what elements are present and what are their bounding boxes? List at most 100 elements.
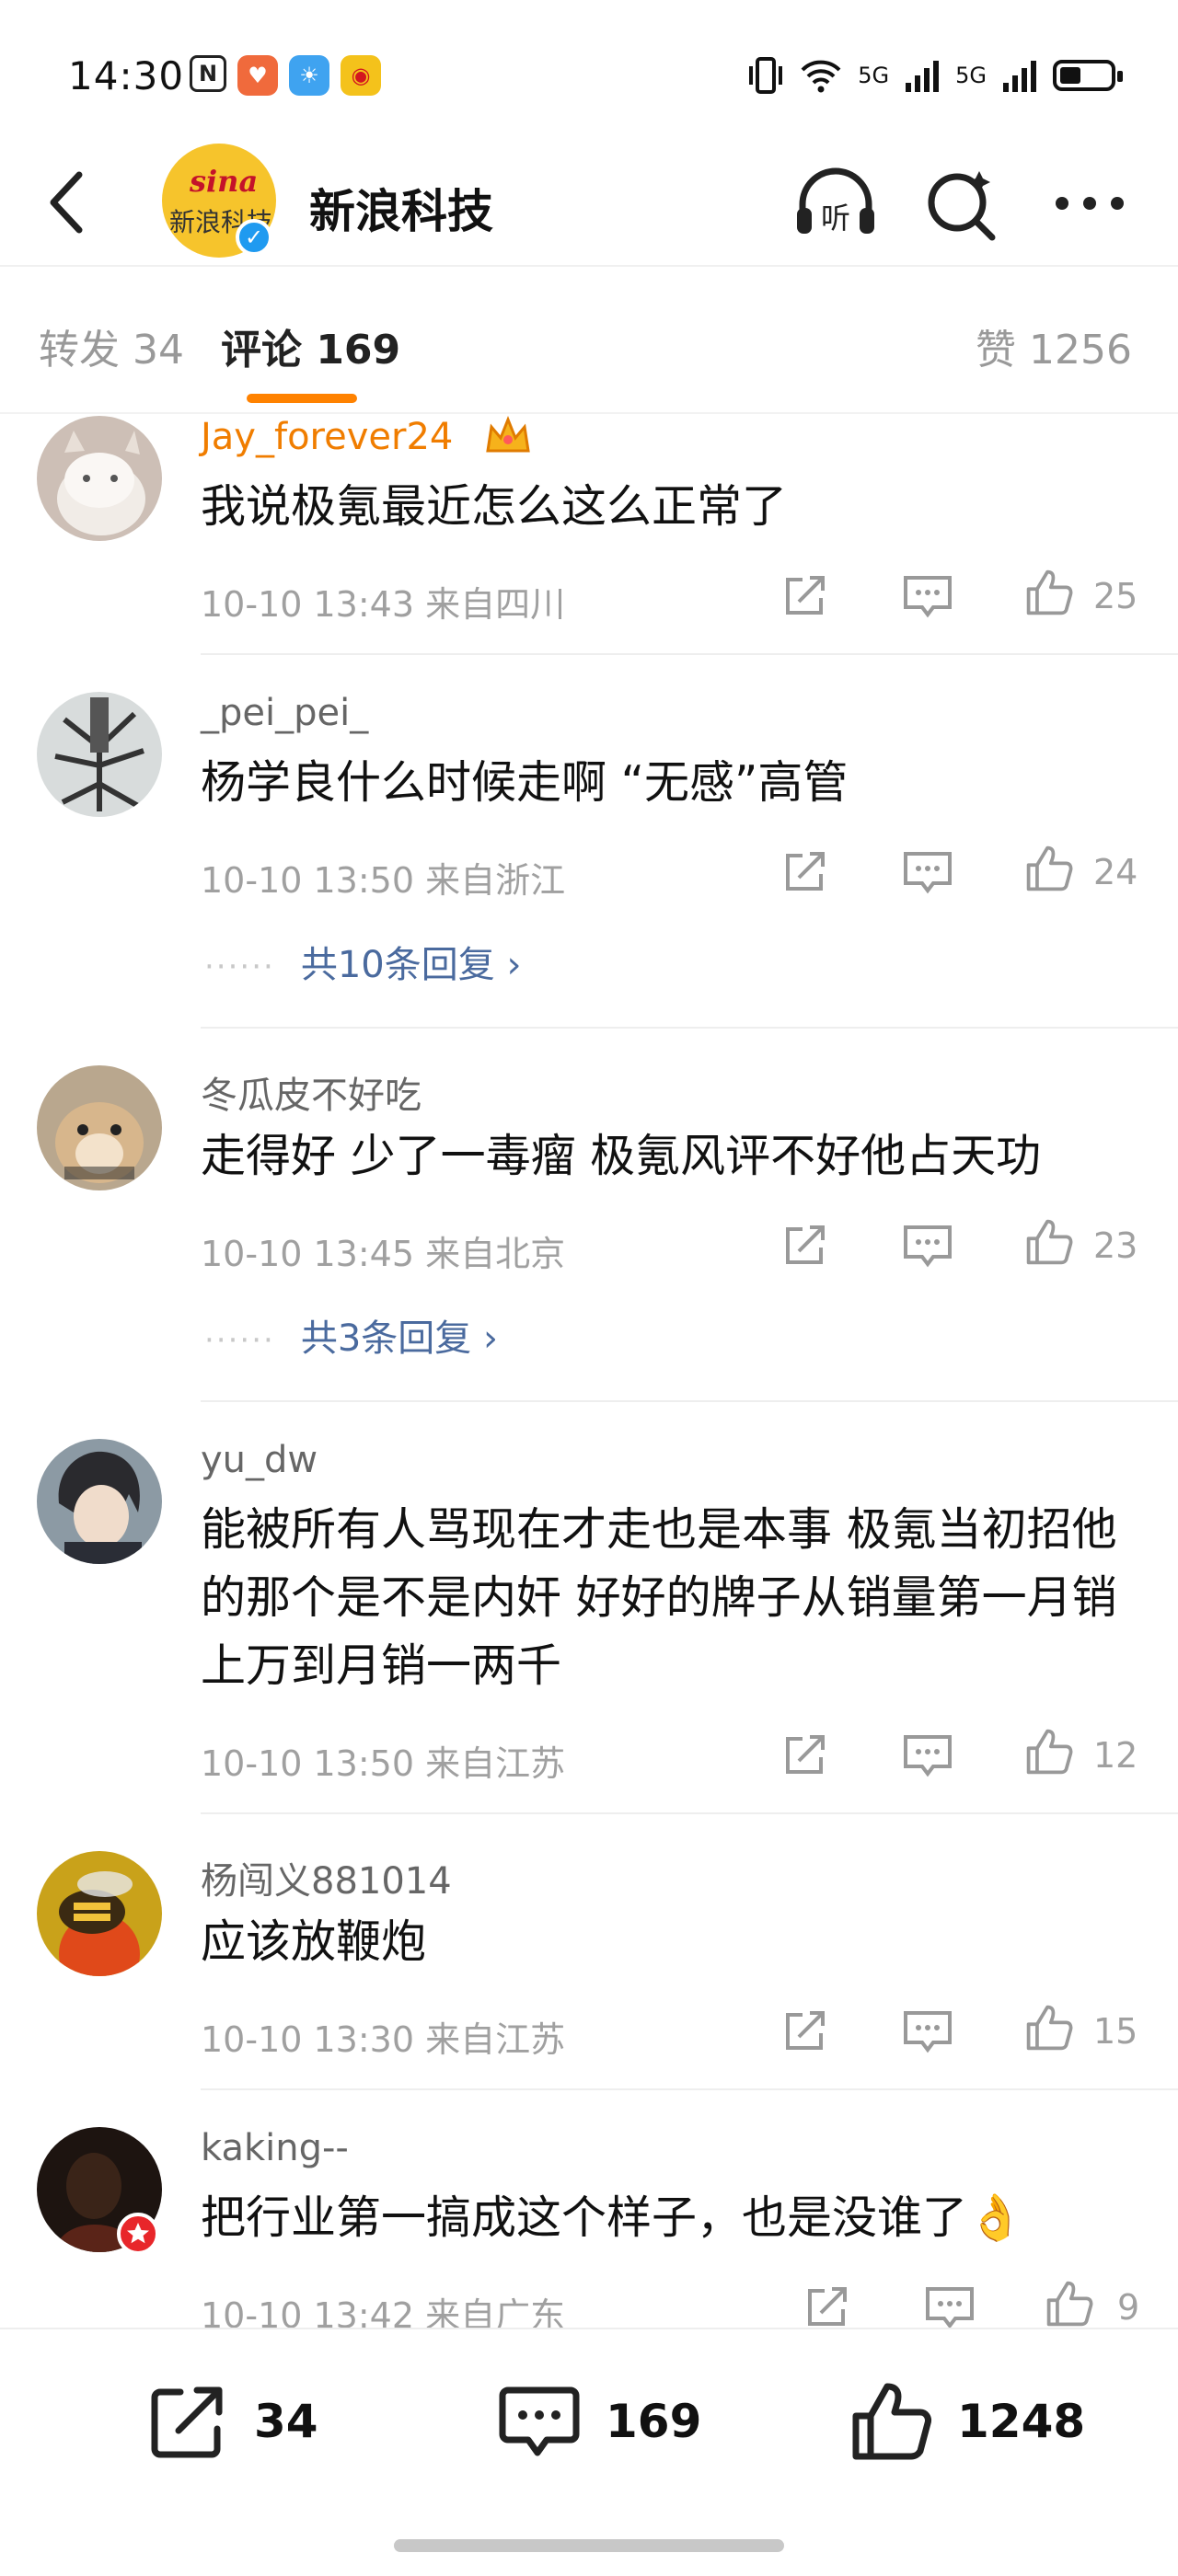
notification-icons: N ♥ ☀ ◉ (190, 55, 381, 96)
share-icon[interactable] (779, 1220, 834, 1271)
like-icon[interactable] (1022, 843, 1077, 894)
listen-label: 听 (821, 201, 850, 236)
comment-text: 把行业第一搞成这个样子，也是没谁了👌 (201, 2191, 1024, 2244)
divider (201, 1400, 1178, 1402)
active-tab-indicator (247, 394, 357, 403)
comment-meta: 10-10 13:30 来自江苏 (201, 2019, 566, 2060)
avatar[interactable] (37, 416, 162, 541)
avatar-logo-text: sina (190, 164, 259, 199)
verified-badge-icon: ✓ (236, 219, 272, 256)
vibrate-icon (749, 57, 783, 94)
like-icon[interactable] (1022, 567, 1077, 618)
tab-likes[interactable]: 赞 1256 (976, 316, 1132, 375)
avatar[interactable] (37, 692, 162, 817)
like-count: 25 (1093, 576, 1138, 616)
account-name[interactable]: 新浪科技 (309, 175, 493, 241)
avatar[interactable] (37, 1851, 162, 1976)
comment-username[interactable]: _pei_pei_ (201, 692, 368, 734)
divider (201, 653, 1178, 655)
like-icon[interactable] (1022, 1216, 1077, 1268)
replies-count: 共10条回复 (300, 944, 495, 986)
headphones-listen-icon[interactable]: 听 (791, 162, 880, 245)
nfc-icon: N (190, 55, 226, 92)
more-options-icon[interactable] (1045, 162, 1134, 245)
view-replies-link[interactable]: ······ 共10条回复 › (204, 935, 521, 988)
like-button[interactable]: 1248 (847, 2375, 1085, 2467)
repost-button[interactable]: 34 (144, 2375, 318, 2467)
reply-icon[interactable] (900, 570, 955, 622)
replies-count: 共3条回复 (300, 1317, 472, 1360)
comment-meta: 10-10 13:50 来自浙江 (201, 860, 566, 901)
signal-icon (906, 61, 940, 92)
avatar[interactable] (37, 1439, 162, 1564)
share-icon[interactable] (779, 1730, 834, 1781)
vip-crown-icon (486, 415, 530, 453)
comment-username[interactable]: kaking-- (201, 2127, 349, 2169)
divider (201, 1812, 1178, 1814)
back-arrow-icon[interactable] (40, 166, 96, 239)
weibo-app-icon: ◉ (341, 55, 381, 96)
weibo-comments-screen: 14:30 N ♥ ☀ ◉ 5G 5G sina 新浪科技 ✓ 新浪科技 听 转… (0, 0, 1178, 2576)
comment-username[interactable]: 杨闯义881014 (201, 1851, 452, 1904)
status-bar: 14:30 N ♥ ☀ ◉ 5G 5G (0, 0, 1178, 147)
comment-text: 能被所有人骂现在才走也是本事 极氪当初招他的那个是不是内奸 好好的牌子从销量第一… (201, 1503, 1117, 1692)
comment-list[interactable]: Jay_forever24 我说极氪最近怎么这么正常了 10-10 13:43 … (0, 414, 1178, 2328)
like-count: 15 (1093, 2011, 1138, 2052)
share-icon[interactable] (779, 2006, 834, 2057)
reply-icon[interactable] (900, 1220, 955, 1271)
chevron-right-icon: › (506, 944, 522, 986)
comment-username[interactable]: Jay_forever24 (201, 416, 453, 458)
tab-reposts[interactable]: 转发 34 (39, 316, 184, 375)
share-icon[interactable] (779, 570, 834, 622)
weather-app-icon: ☀ (289, 55, 329, 96)
comment-meta: 10-10 13:45 来自北京 (201, 1234, 566, 1274)
badge-star-icon (117, 2213, 159, 2255)
like-count: 23 (1093, 1225, 1138, 1266)
divider (201, 2088, 1178, 2090)
comment-text: 我说极氪最近怎么这么正常了 (201, 480, 788, 533)
comment-count: 169 (606, 2395, 702, 2448)
avatar[interactable] (37, 1065, 162, 1190)
reply-icon[interactable] (900, 846, 955, 898)
like-icon (852, 2383, 931, 2460)
search-icon[interactable] (918, 162, 1007, 245)
reply-icon[interactable] (900, 1730, 955, 1781)
network-type-label-2: 5G (955, 63, 987, 88)
reply-icon[interactable] (900, 2006, 955, 2057)
comment-text: 应该放鞭炮 (201, 1915, 427, 1968)
shopping-app-icon: ♥ (237, 55, 278, 96)
replies-dots: ······ (204, 949, 275, 985)
comment-text: 走得好 少了一毒瘤 极氪风评不好他占天功 (201, 1130, 1042, 1182)
comment-button[interactable]: 169 (495, 2375, 701, 2467)
comment-username[interactable]: yu_dw (201, 1439, 318, 1481)
like-icon[interactable] (1022, 2002, 1077, 2053)
network-type-label: 5G (858, 63, 890, 88)
like-count: 1248 (957, 2395, 1086, 2448)
battery-icon (1053, 60, 1123, 91)
like-icon[interactable] (1042, 2278, 1097, 2328)
tab-comments[interactable]: 评论 169 (221, 316, 400, 375)
reply-icon[interactable] (922, 2282, 977, 2328)
like-icon[interactable] (1022, 1726, 1077, 1777)
comment-icon (499, 2386, 580, 2456)
comment-meta: 10-10 13:43 来自四川 (201, 584, 566, 625)
divider (201, 1027, 1178, 1029)
signal-icon-2 (1003, 61, 1036, 92)
comment-username[interactable]: 冬瓜皮不好吃 (201, 1065, 422, 1119)
share-icon (151, 2386, 223, 2458)
share-icon[interactable] (779, 846, 834, 898)
replies-dots: ······ (204, 1322, 275, 1359)
comment-meta: 10-10 13:42 来自广东 (201, 2295, 566, 2328)
home-indicator[interactable] (394, 2539, 784, 2552)
bottom-action-bar: 34 169 1248 (0, 2328, 1178, 2576)
top-nav-bar: sina 新浪科技 ✓ 新浪科技 听 (0, 138, 1178, 267)
comment-meta: 10-10 13:50 来自江苏 (201, 1743, 566, 1784)
repost-count: 34 (254, 2395, 318, 2448)
share-icon[interactable] (801, 2282, 856, 2328)
view-replies-link[interactable]: ······ 共3条回复 › (204, 1308, 498, 1362)
system-icons: 5G 5G (747, 55, 1123, 96)
status-time: 14:30 (68, 53, 185, 98)
wifi-icon (801, 60, 841, 93)
like-count: 24 (1093, 852, 1138, 892)
comment-text: 杨学良什么时候走啊 “无感”高管 (201, 756, 849, 809)
